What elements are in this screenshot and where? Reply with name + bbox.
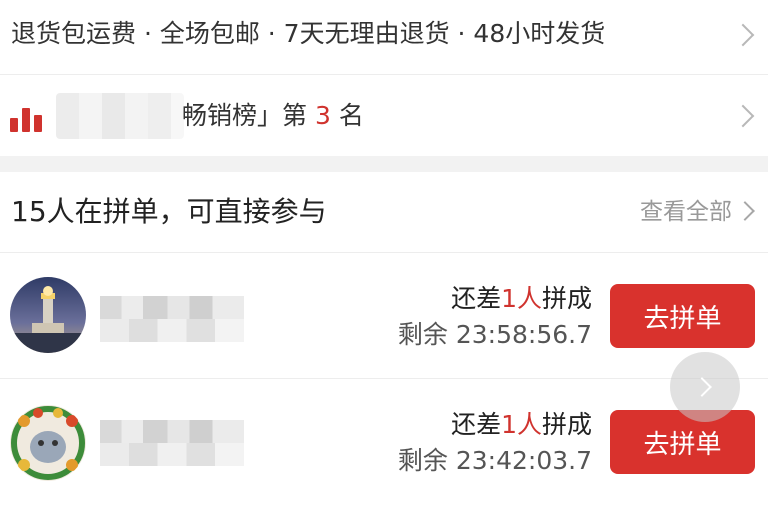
bar-chart-icon bbox=[10, 104, 44, 132]
need-more-text: 还差1人拼成 bbox=[451, 284, 592, 313]
chevron-right-icon bbox=[731, 104, 755, 128]
section-gap bbox=[0, 156, 768, 172]
join-group-button[interactable]: 去拼单 bbox=[610, 410, 755, 474]
ranking-row[interactable]: 畅销榜」第 3 名 bbox=[0, 78, 768, 154]
service-guarantee-row[interactable]: 退货包运费 · 全场包邮 · 7天无理由退货 · 48小时发货 bbox=[0, 0, 768, 68]
group-row: 还差1人拼成 剩余 23:58:56.7 去拼单 bbox=[0, 254, 768, 378]
ranking-number: 3 bbox=[314, 101, 331, 130]
divider bbox=[0, 74, 768, 75]
countdown-timer: 剩余 23:42:03.7 bbox=[397, 446, 592, 475]
join-group-button[interactable]: 去拼单 bbox=[610, 284, 755, 348]
chevron-right-icon[interactable] bbox=[735, 201, 755, 221]
view-all-link[interactable]: 查看全部 bbox=[640, 196, 732, 228]
chevron-right-icon bbox=[692, 377, 712, 397]
blurred-user-name bbox=[100, 296, 244, 342]
ranking-label: 畅销榜」第 3 名 bbox=[182, 101, 364, 130]
avatar bbox=[10, 277, 86, 353]
need-more-text: 还差1人拼成 bbox=[451, 410, 592, 439]
service-guarantee-text: 退货包运费 · 全场包邮 · 7天无理由退货 · 48小时发货 bbox=[11, 19, 606, 48]
floating-next-button[interactable] bbox=[670, 352, 740, 422]
group-buy-header: 15人在拼单，可直接参与 查看全部 bbox=[0, 172, 768, 252]
avatar bbox=[10, 405, 86, 481]
blurred-store-name bbox=[56, 93, 184, 139]
group-buy-title: 15人在拼单，可直接参与 bbox=[11, 195, 327, 228]
divider bbox=[0, 252, 768, 253]
group-row: 还差1人拼成 剩余 23:42:03.7 去拼单 bbox=[0, 380, 768, 504]
blurred-user-name bbox=[100, 420, 244, 466]
divider bbox=[0, 378, 768, 379]
chevron-right-icon bbox=[731, 23, 755, 47]
countdown-timer: 剩余 23:58:56.7 bbox=[397, 320, 592, 349]
